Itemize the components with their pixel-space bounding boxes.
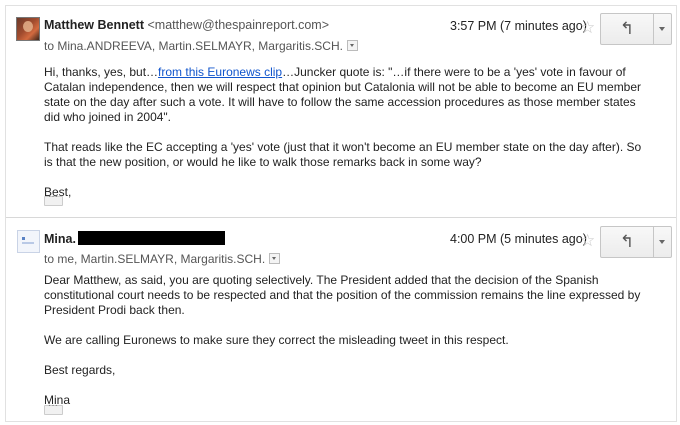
email-thread: Matthew Bennett <matthew@thespainreport.… bbox=[5, 5, 677, 422]
sender-email: <matthew@thespainreport.com> bbox=[147, 18, 330, 32]
reply-icon: ↰ bbox=[619, 19, 635, 38]
ellipsis-icon: ··· bbox=[48, 400, 58, 411]
message-body: Hi, thanks, yes, but…from this Euronews … bbox=[44, 65, 644, 200]
redaction-bar bbox=[77, 231, 225, 245]
show-trimmed-content-button[interactable]: ··· bbox=[44, 400, 63, 415]
star-icon[interactable]: ☆ bbox=[580, 19, 595, 36]
message-paragraph: That reads like the EC accepting a 'yes'… bbox=[44, 140, 642, 169]
message-paragraph: Dear Matthew, as said, you are quoting s… bbox=[44, 273, 641, 317]
paragraph-text: Hi, thanks, yes, but… bbox=[44, 65, 159, 79]
recipients-text: to me, Martin.SELMAYR, Margaritis.SCH. bbox=[44, 252, 266, 266]
sender-name[interactable]: Mina. bbox=[44, 232, 76, 246]
euronews-clip-link[interactable]: from this Euronews clip bbox=[158, 65, 282, 79]
sender-line: Mina. bbox=[44, 231, 225, 246]
reply-button[interactable]: ↰ bbox=[601, 14, 654, 44]
message-signature: Mina bbox=[44, 393, 71, 407]
message-1: Matthew Bennett <matthew@thespainreport.… bbox=[6, 6, 676, 218]
message-time: 3:57 PM (7 minutes ago) bbox=[450, 19, 587, 33]
sender-avatar bbox=[16, 17, 40, 41]
sender-avatar bbox=[17, 230, 40, 253]
message-signoff: Best regards, bbox=[44, 363, 116, 377]
sender-name[interactable]: Matthew Bennett bbox=[44, 18, 144, 32]
recipients-line: to Mina.ANDREEVA, Martin.SELMAYR, Margar… bbox=[44, 39, 358, 53]
reply-icon: ↰ bbox=[619, 232, 635, 251]
recipients-line: to me, Martin.SELMAYR, Margaritis.SCH. bbox=[44, 252, 281, 266]
ellipsis-icon: ··· bbox=[48, 191, 58, 202]
more-options-dropdown-icon[interactable] bbox=[654, 227, 671, 257]
reply-button-group: ↰ bbox=[600, 13, 672, 45]
message-time: 4:00 PM (5 minutes ago) bbox=[450, 232, 587, 246]
message-2: Mina. to me, Martin.SELMAYR, Margaritis.… bbox=[6, 218, 676, 421]
star-icon[interactable]: ☆ bbox=[580, 232, 595, 249]
recipients-text: to Mina.ANDREEVA, Martin.SELMAYR, Margar… bbox=[44, 39, 343, 53]
sender-line: Matthew Bennett <matthew@thespainreport.… bbox=[44, 18, 329, 32]
more-options-dropdown-icon[interactable] bbox=[654, 14, 671, 44]
message-paragraph: Hi, thanks, yes, but…from this Euronews … bbox=[44, 65, 644, 125]
show-trimmed-content-button[interactable]: ··· bbox=[44, 191, 63, 206]
message-paragraph: We are calling Euronews to make sure the… bbox=[44, 333, 509, 347]
message-body: Dear Matthew, as said, you are quoting s… bbox=[44, 273, 644, 408]
show-details-dropdown-icon[interactable] bbox=[269, 253, 281, 264]
message-signoff: Best, bbox=[44, 185, 72, 199]
show-details-dropdown-icon[interactable] bbox=[346, 40, 358, 51]
reply-button-group: ↰ bbox=[600, 226, 672, 258]
reply-button[interactable]: ↰ bbox=[601, 227, 654, 257]
